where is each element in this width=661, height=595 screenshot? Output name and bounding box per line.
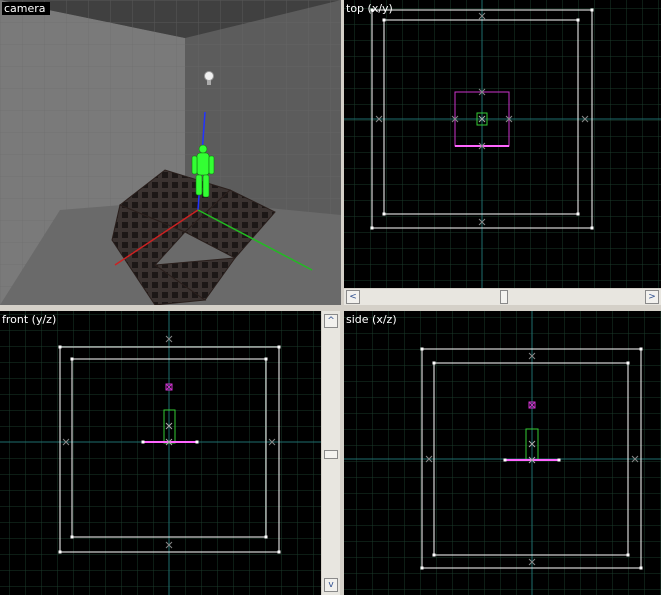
side-viewport[interactable]: side (x/z) (344, 311, 661, 595)
top-view-horizontal-scrollbar[interactable]: < > (344, 289, 661, 305)
camera-scene (0, 0, 341, 305)
camera-viewport[interactable]: camera (0, 0, 341, 305)
side-viewport-label: side (x/z) (346, 313, 397, 326)
scroll-down-button[interactable]: v (324, 578, 338, 592)
top-viewport-label: top (x/y) (346, 2, 393, 15)
front-view-vertical-scrollbar[interactable]: ^ v (322, 311, 340, 595)
top-view-grid (344, 0, 661, 288)
scroll-left-button[interactable]: < (346, 290, 360, 304)
scroll-right-button[interactable]: > (645, 290, 659, 304)
scroll-thumb[interactable] (324, 450, 338, 459)
scroll-thumb[interactable] (500, 290, 508, 304)
front-view-grid (0, 311, 321, 595)
side-view-grid (344, 311, 661, 595)
front-viewport-label: front (y/z) (2, 313, 57, 326)
top-viewport[interactable]: top (x/y) (344, 0, 661, 288)
scroll-up-button[interactable]: ^ (324, 314, 338, 328)
camera-viewport-label: camera (2, 2, 50, 15)
front-viewport[interactable]: front (y/z) (0, 311, 321, 595)
